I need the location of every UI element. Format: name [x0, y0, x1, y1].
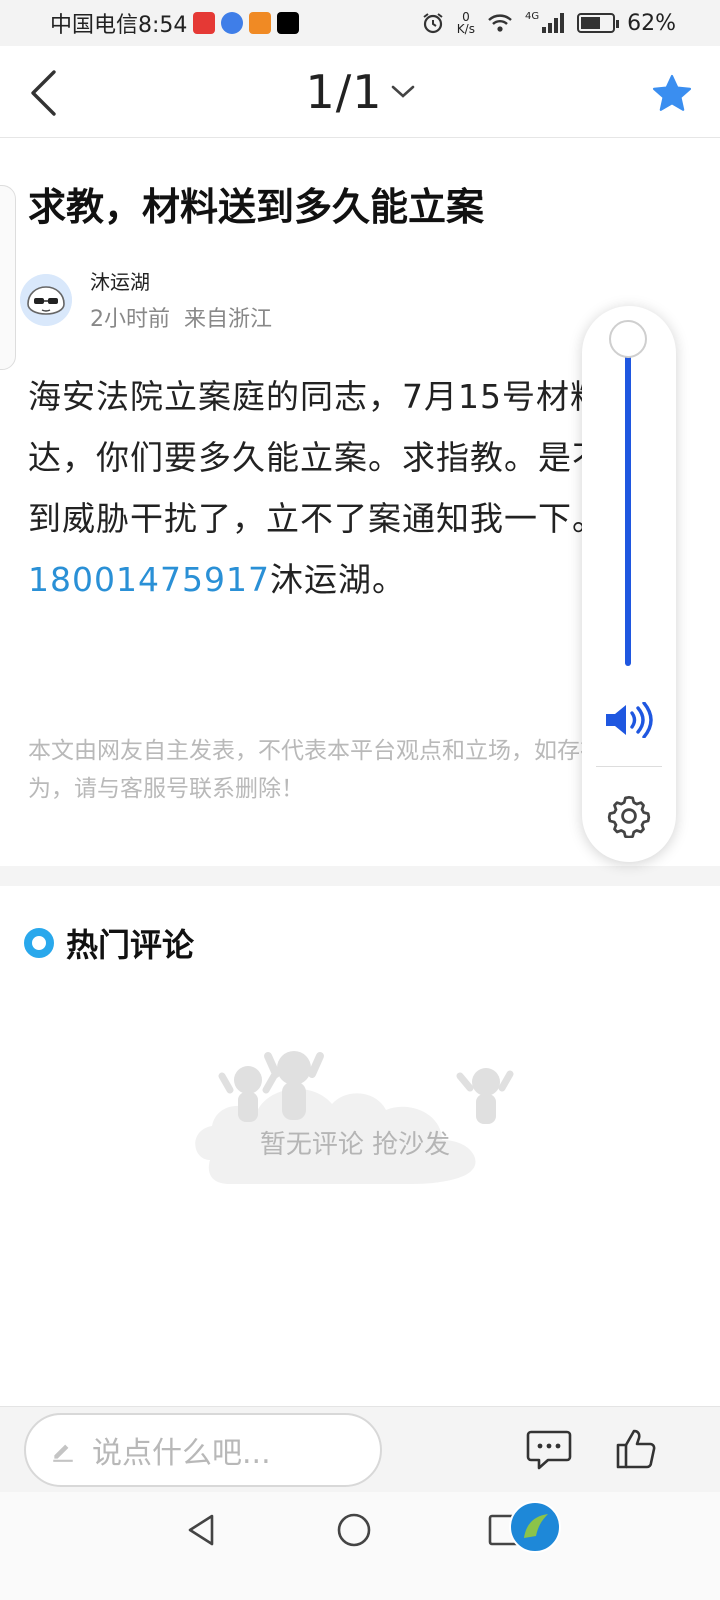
system-home-icon[interactable] [334, 1510, 374, 1550]
bottom-action-bar: 说点什么吧... [0, 1406, 720, 1492]
post-body-end: 沐运湖。 [269, 560, 406, 599]
volume-slider-fill [625, 340, 631, 666]
chevron-down-icon [391, 85, 414, 98]
author-meta: 2小时前 来自浙江 [90, 301, 272, 333]
volume-slider-knob[interactable] [609, 320, 647, 358]
alarm-icon [423, 13, 443, 34]
status-right: 0 K/s 4G 62% [421, 11, 676, 36]
back-button[interactable] [18, 68, 68, 118]
speed-unit: K/s [456, 22, 475, 36]
browser-app-icon [221, 12, 244, 34]
post-body: 海安法院立案庭的同志，7月15号材料送达，你们要多久能立案。求指教。是不是受到威… [28, 366, 678, 610]
author-block[interactable]: 沐运湖 2小时前 来自浙江 [20, 266, 272, 333]
watermark-logo-icon [509, 1501, 561, 1553]
status-left: 中国电信8:54 [50, 7, 300, 39]
news-app-icon [193, 12, 216, 34]
avatar-image [20, 273, 72, 326]
section-dot-icon [24, 928, 54, 958]
battery-percent: 62% [627, 10, 676, 36]
empty-comments-illustration [195, 1051, 514, 1184]
battery-fill [581, 17, 601, 29]
page-indicator[interactable]: 1/1 [305, 65, 414, 119]
network-speed: 0 K/s [457, 11, 475, 35]
hot-comments-header: 热门评论 [24, 920, 194, 966]
status-bar: 中国电信8:54 0 K/s 4G 62% [0, 0, 720, 46]
volume-panel [582, 306, 676, 862]
empty-comments-text: 暂无评论 抢沙发 [259, 1130, 451, 1160]
wifi-icon [488, 14, 512, 32]
side-drawer-handle[interactable] [0, 185, 16, 370]
top-nav-bar: 1/1 [0, 46, 720, 138]
notification-icon [277, 12, 300, 34]
avatar[interactable] [20, 273, 72, 326]
comment-input[interactable]: 说点什么吧... [24, 1413, 382, 1487]
battery-icon [577, 13, 620, 33]
speaker-icon[interactable] [604, 702, 654, 738]
video-app-icon [249, 12, 272, 34]
pencil-icon [53, 1444, 73, 1462]
post-location: 来自浙江 [184, 307, 273, 332]
system-back-icon[interactable] [182, 1510, 222, 1550]
author-name[interactable]: 沐运湖 [90, 266, 272, 295]
phone-link[interactable]: 18001475917 [28, 560, 270, 599]
post-body-text: 海安法院立案庭的同志，7月15号材料送达，你们要多久能立案。求指教。是不是受到威… [28, 377, 674, 538]
hot-comments-title: 热门评论 [66, 926, 195, 964]
page-indicator-label: 1/1 [305, 64, 383, 119]
star-icon [652, 74, 692, 111]
disclaimer: 本文由网友自主发表，不代表本平台观点和立场，如存在侵权行为，请与客服号联系删除！ [28, 738, 672, 802]
volume-slider-track[interactable] [625, 340, 631, 666]
post-time: 2小时前 [90, 307, 170, 332]
system-navigation-bar [0, 1492, 720, 1600]
chevron-left-icon [31, 70, 56, 116]
volume-divider [596, 766, 662, 767]
carrier-time: 中国电信8:54 [50, 13, 188, 38]
section-divider [0, 866, 720, 886]
signal-icon [542, 13, 565, 33]
author-text: 沐运湖 2小时前 来自浙江 [90, 266, 272, 333]
favorite-button[interactable] [650, 72, 694, 116]
post-title: 求教，材料送到多久能立案 [28, 185, 485, 229]
thumbs-up-icon[interactable] [614, 1427, 658, 1471]
comment-input-placeholder: 说点什么吧... [92, 1436, 271, 1471]
network-type: 4G [524, 10, 540, 22]
gear-icon[interactable] [607, 794, 651, 838]
comment-icon[interactable] [526, 1429, 572, 1471]
